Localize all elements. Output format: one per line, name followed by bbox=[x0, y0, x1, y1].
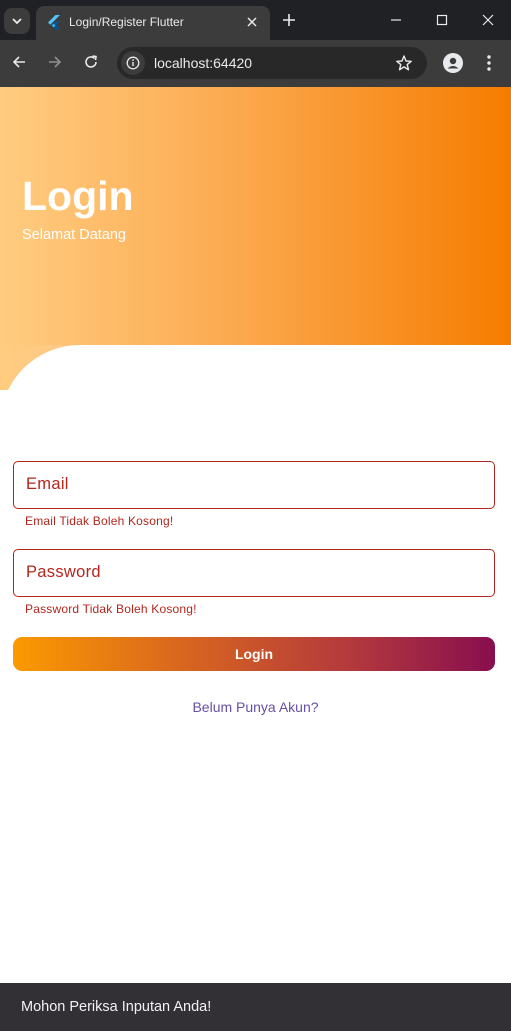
tab-title: Login/Register Flutter bbox=[69, 15, 184, 29]
register-link[interactable]: Belum Punya Akun? bbox=[0, 699, 511, 715]
snackbar-message: Mohon Periksa Inputan Anda! bbox=[21, 999, 212, 1015]
url-text: localhost:64420 bbox=[154, 55, 253, 71]
email-field[interactable]: Email bbox=[13, 461, 495, 509]
window-close-button[interactable] bbox=[465, 0, 511, 40]
kebab-menu-icon bbox=[487, 55, 491, 71]
login-header: Login Selamat Datang bbox=[0, 87, 511, 345]
site-info-button[interactable] bbox=[121, 51, 145, 75]
login-button-label: Login bbox=[234, 646, 274, 662]
flutter-icon bbox=[48, 15, 60, 30]
maximize-icon bbox=[436, 14, 448, 26]
reload-icon bbox=[85, 55, 97, 68]
reload-button[interactable] bbox=[81, 52, 101, 72]
info-icon bbox=[126, 56, 140, 70]
close-icon[interactable] bbox=[244, 14, 260, 30]
profile-icon[interactable] bbox=[443, 53, 463, 73]
email-label: Email bbox=[26, 475, 69, 493]
plus-icon[interactable] bbox=[280, 11, 298, 29]
maximize-button[interactable] bbox=[419, 0, 465, 40]
form-container-curve bbox=[0, 345, 511, 445]
close-icon bbox=[482, 14, 494, 26]
star-icon[interactable] bbox=[395, 54, 413, 72]
password-error: Password Tidak Boleh Kosong! bbox=[25, 602, 197, 616]
arrow-left-icon bbox=[12, 56, 25, 68]
snackbar: Mohon Periksa Inputan Anda! bbox=[0, 983, 511, 1031]
tab-search-button[interactable] bbox=[4, 8, 30, 34]
email-error: Email Tidak Boleh Kosong! bbox=[25, 514, 174, 528]
forward-button[interactable] bbox=[45, 52, 65, 72]
menu-button[interactable] bbox=[480, 53, 498, 73]
browser-toolbar: localhost:64420 bbox=[0, 40, 511, 87]
password-label: Password bbox=[26, 563, 101, 581]
arrow-right-icon bbox=[49, 56, 62, 68]
browser-tab[interactable]: Login/Register Flutter bbox=[36, 6, 270, 40]
chevron-down-icon bbox=[12, 18, 22, 25]
password-field[interactable]: Password bbox=[13, 549, 495, 597]
address-bar[interactable]: localhost:64420 bbox=[117, 47, 427, 79]
page-title: Login bbox=[22, 173, 134, 219]
page-subtitle: Selamat Datang bbox=[22, 227, 126, 243]
minimize-button[interactable] bbox=[373, 0, 419, 40]
back-button[interactable] bbox=[9, 52, 29, 72]
browser-tab-bar: Login/Register Flutter bbox=[0, 0, 511, 40]
login-button[interactable]: Login bbox=[13, 637, 495, 671]
minimize-icon bbox=[391, 19, 401, 21]
